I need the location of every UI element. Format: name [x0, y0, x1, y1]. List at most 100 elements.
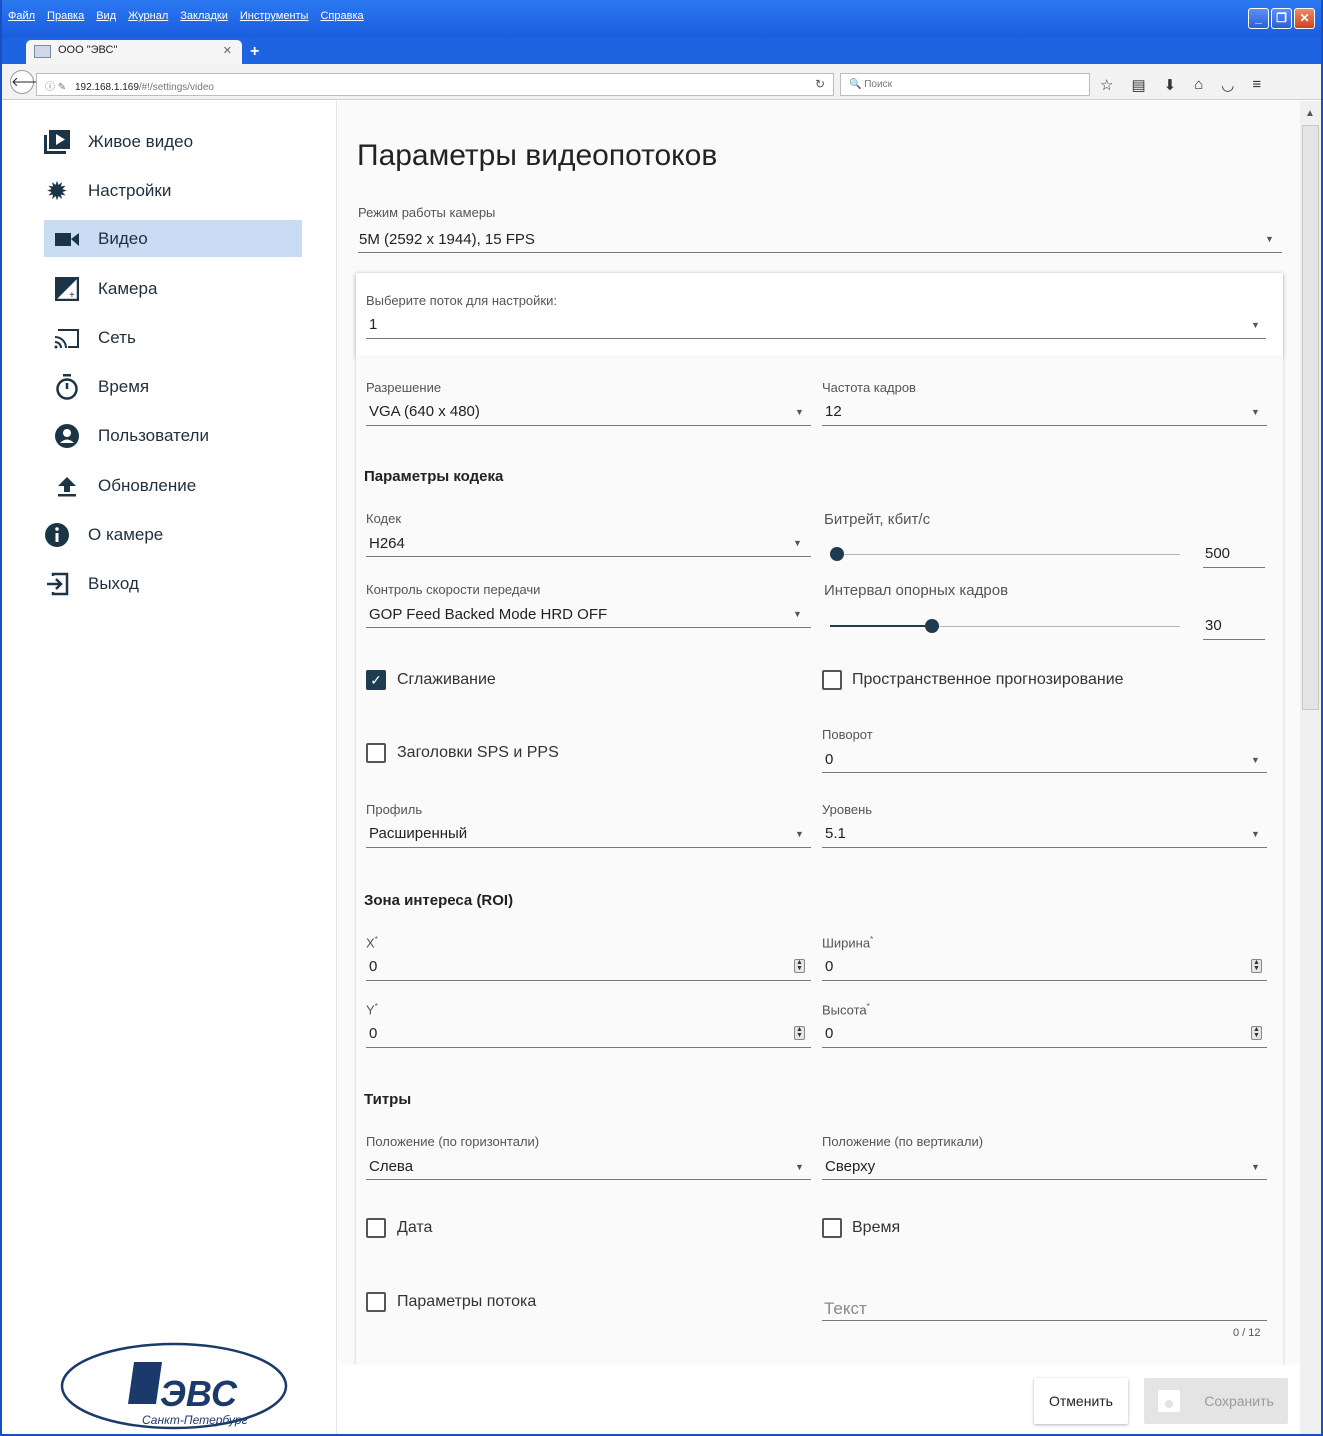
browser-tab[interactable]: ООО "ЭВС" ✕ [26, 40, 242, 64]
sidebar-item-time[interactable]: Время [54, 374, 149, 400]
roi-y-underline [366, 1047, 811, 1048]
rate-control-select[interactable]: GOP Feed Backed Mode HRD OFF [369, 606, 607, 623]
close-tab-icon[interactable]: ✕ [223, 44, 232, 57]
bitrate-slider-track[interactable] [830, 554, 1180, 555]
roi-y-stepper-icon[interactable]: ▲ ▼ [794, 1026, 805, 1040]
cancel-button[interactable]: Отменить [1034, 1378, 1128, 1424]
library-icon[interactable]: ▤ [1131, 76, 1145, 94]
cancel-label: Отменить [1049, 1393, 1113, 1409]
chevron-down-icon[interactable]: ▼ [1251, 320, 1260, 330]
back-icon[interactable]: 🡐 [10, 70, 46, 94]
scrollbar-thumb[interactable] [1302, 125, 1319, 710]
sidebar-item-exit[interactable]: Выход [44, 571, 139, 597]
exit-icon [44, 571, 70, 597]
close-window-button[interactable]: ✕ [1294, 8, 1315, 29]
time-checkbox[interactable] [822, 1218, 842, 1238]
roi-x-input[interactable]: 0 [369, 958, 377, 975]
camera-mode-select[interactable]: 5M (2592 x 1944), 15 FPS [359, 231, 535, 248]
minimize-button[interactable]: _ [1248, 8, 1269, 29]
menu-help[interactable]: Справка [320, 10, 363, 22]
gop-input-underline [1203, 639, 1265, 640]
codec-select[interactable]: H264 [369, 535, 405, 552]
date-label: Дата [397, 1219, 433, 1236]
roi-width-input[interactable]: 0 [825, 958, 833, 975]
chevron-down-icon[interactable]: ▼ [793, 609, 802, 619]
fps-select[interactable]: 12 [825, 403, 842, 420]
pocket-icon[interactable]: ◡ [1221, 76, 1234, 94]
menu-tools[interactable]: Инструменты [240, 10, 309, 22]
roi-y-input[interactable]: 0 [369, 1025, 377, 1042]
stream-select[interactable]: 1 [369, 316, 377, 333]
rotation-select[interactable]: 0 [825, 751, 833, 768]
menu-history[interactable]: Журнал [128, 10, 168, 22]
roi-width-stepper-icon[interactable]: ▲ ▼ [1251, 959, 1262, 973]
home-icon[interactable]: ⌂ [1194, 76, 1203, 94]
hamburger-menu-icon[interactable]: ≡ [1252, 76, 1261, 94]
new-tab-icon[interactable]: + [250, 43, 259, 61]
resolution-select[interactable]: VGA (640 x 480) [369, 403, 480, 420]
chevron-down-icon[interactable]: ▼ [1265, 234, 1274, 244]
upload-icon [54, 473, 80, 499]
chevron-down-icon[interactable]: ▼ [1251, 407, 1260, 417]
bitrate-input[interactable]: 500 [1205, 545, 1230, 562]
roi-x-stepper-icon[interactable]: ▲ ▼ [794, 959, 805, 973]
sidebar-item-live-video[interactable]: Живое видео [44, 129, 193, 155]
hpos-select[interactable]: Слева [369, 1158, 413, 1175]
chevron-down-icon[interactable]: ▼ [795, 829, 804, 839]
sps-pps-checkbox[interactable] [366, 743, 386, 763]
scroll-up-icon[interactable]: ▲ [1305, 108, 1315, 119]
gop-slider-thumb[interactable] [924, 619, 939, 633]
roi-height-input[interactable]: 0 [825, 1025, 833, 1042]
sidebar-item-settings[interactable]: ✹ Настройки [44, 176, 171, 206]
restore-button[interactable]: ❐ [1271, 8, 1292, 29]
rotation-underline [822, 772, 1267, 773]
spatial-prediction-checkbox[interactable] [822, 670, 842, 690]
chevron-down-icon[interactable]: ▼ [1251, 1162, 1260, 1172]
save-button[interactable]: Сохранить [1144, 1378, 1288, 1424]
sidebar-item-label: Живое видео [88, 132, 194, 151]
chevron-down-icon[interactable]: ▼ [795, 407, 804, 417]
menu-view[interactable]: Вид [96, 10, 116, 22]
tab-strip: ООО "ЭВС" ✕ + [2, 38, 1321, 64]
chevron-down-icon[interactable]: ▼ [1251, 755, 1260, 765]
sidebar-item-label: Выход [88, 574, 139, 593]
bitrate-slider-thumb[interactable] [830, 547, 844, 561]
gop-input[interactable]: 30 [1205, 617, 1222, 634]
search-input[interactable]: 🔍 Поиск [840, 73, 1090, 96]
menu-edit[interactable]: Правка [47, 10, 84, 22]
sidebar-item-label: Пользователи [98, 426, 209, 445]
menu-bookmarks[interactable]: Закладки [180, 10, 228, 22]
download-icon[interactable]: ⬇ [1164, 76, 1177, 94]
sidebar-item-about[interactable]: О камере [44, 522, 163, 548]
menu-file[interactable]: Файл [8, 10, 35, 22]
profile-select[interactable]: Расширенный [369, 825, 467, 842]
text-input[interactable]: Текст [824, 1299, 867, 1319]
page-title: Параметры видеопотоков [357, 139, 718, 172]
nav-bar: 🡐 ⓘ ✎ 192.168.1.169/#!/settings/video ↻ … [2, 64, 1321, 100]
sidebar-item-users[interactable]: Пользователи [54, 423, 209, 449]
reload-icon[interactable]: ↻ [815, 77, 825, 91]
roi-x-underline [366, 980, 811, 981]
chevron-down-icon[interactable]: ▼ [795, 1162, 804, 1172]
stream-params-checkbox[interactable] [366, 1292, 386, 1312]
level-underline [822, 847, 1267, 848]
smoothing-checkbox[interactable]: ✓ [366, 670, 386, 690]
text-underline [822, 1320, 1267, 1321]
chevron-down-icon[interactable]: ▼ [1251, 829, 1260, 839]
url-bar[interactable]: ⓘ ✎ 192.168.1.169/#!/settings/video ↻ [36, 73, 834, 96]
level-label: Уровень [822, 802, 873, 817]
chevron-down-icon[interactable]: ▼ [793, 538, 802, 548]
date-checkbox[interactable] [366, 1218, 386, 1238]
sidebar-item-video[interactable]: Видео [44, 220, 302, 257]
roi-section-title: Зона интереса (ROI) [364, 892, 514, 909]
level-select[interactable]: 5.1 [825, 825, 846, 842]
info-security-icon[interactable]: ⓘ ✎ [45, 82, 66, 93]
sidebar-item-label: Видео [98, 228, 148, 248]
bookmark-star-icon[interactable]: ☆ [1100, 76, 1113, 94]
sidebar-item-camera[interactable]: + Камера [54, 276, 157, 302]
vpos-select[interactable]: Сверху [825, 1158, 875, 1175]
text-counter: 0 / 12 [1233, 1327, 1261, 1339]
sidebar-item-network[interactable]: Сеть [54, 325, 136, 351]
roi-height-stepper-icon[interactable]: ▲ ▼ [1251, 1026, 1262, 1040]
sidebar-item-update[interactable]: Обновление [54, 473, 196, 499]
